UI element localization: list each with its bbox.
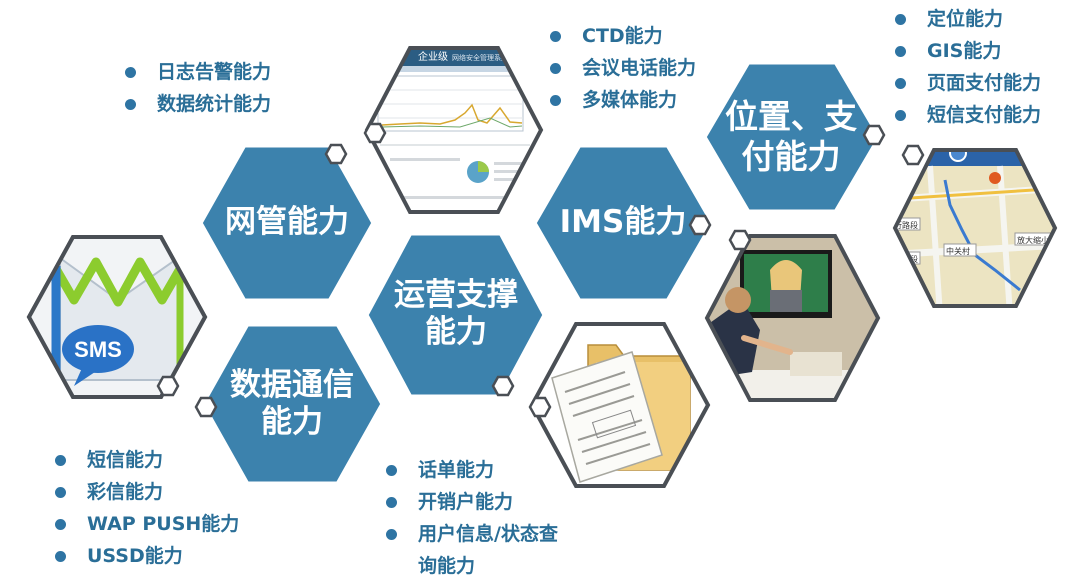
sms-image-hex: SMS [26, 235, 208, 399]
hex-label-location: 位置、支付能力 [725, 97, 857, 176]
hex-label-netmgmt: 网管能力 [225, 204, 349, 241]
list-item: 页面支付能力 [895, 67, 1041, 99]
map-label-3: 中关村 [946, 246, 970, 256]
list-item: WAP PUSH能力 [55, 508, 239, 540]
sms-badge-text: SMS [74, 337, 122, 362]
list-item: 话单能力 [386, 454, 558, 486]
list-item: USSD能力 [55, 540, 239, 572]
list-datacomm: 短信能力 彩信能力 WAP PUSH能力 USSD能力 [55, 444, 239, 572]
list-item: 开销户能力 [386, 486, 558, 518]
list-item: 日志告警能力 [125, 56, 271, 88]
list-item: 短信能力 [55, 444, 239, 476]
list-item-continuation: 询能力 [418, 555, 476, 577]
list-item: 数据统计能力 [125, 88, 271, 120]
hex-label-ops: 运营支撑能力 [394, 276, 518, 350]
list-item: 用户信息/状态查 [386, 518, 558, 550]
screenshot-title: 企业级 [418, 50, 448, 63]
list-ims: CTD能力 会议电话能力 多媒体能力 [550, 20, 696, 116]
list-item: 多媒体能力 [550, 84, 696, 116]
list-ops: 话单能力 开销户能力 用户信息/状态查 询能力 [386, 454, 558, 582]
list-item: 彩信能力 [55, 476, 239, 508]
map-label-1: 步行路段 [886, 220, 918, 230]
system-screenshot-hex: 企业级 网络安全管理系统 [364, 46, 544, 214]
map-image-hex: 步行路段 车站路段 中关村 放大缩小 [886, 148, 1058, 308]
list-item: 短信支付能力 [895, 99, 1041, 131]
list-item: GIS能力 [895, 35, 1041, 67]
list-item: 定位能力 [895, 3, 1041, 35]
video-conference-image-hex [704, 234, 881, 402]
map-label-4: 放大缩小 [1017, 235, 1049, 245]
list-item: CTD能力 [550, 20, 696, 52]
list-location: 定位能力 GIS能力 页面支付能力 短信支付能力 [895, 3, 1041, 131]
list-netmgmt: 日志告警能力 数据统计能力 [125, 56, 271, 120]
list-item: 会议电话能力 [550, 52, 696, 84]
hex-label-ims: IMS能力 [559, 204, 687, 241]
hex-label-datacomm: 数据通信能力 [230, 366, 354, 440]
